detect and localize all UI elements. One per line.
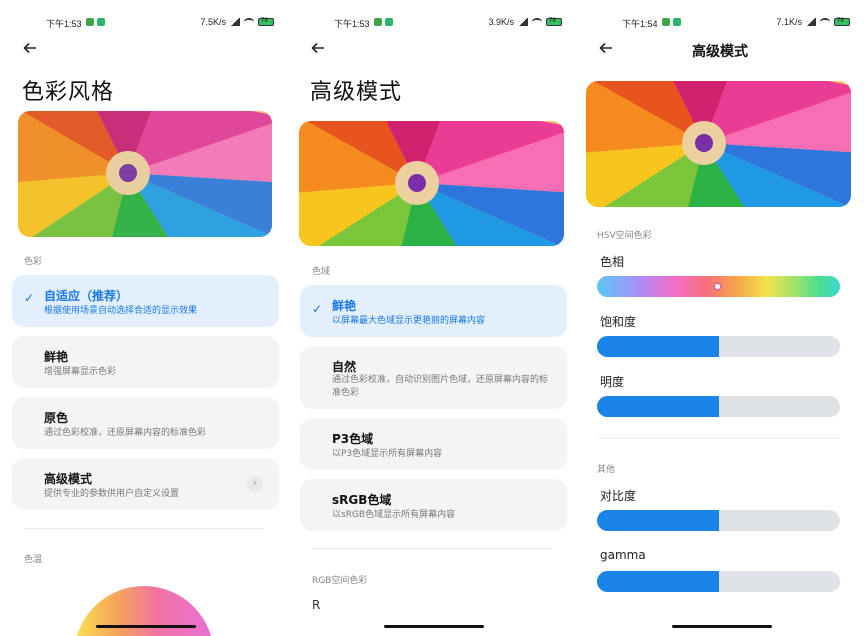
status-bar: 下午1:54 7.1K/s 79 [576,14,864,32]
saturation-slider[interactable] [597,336,840,357]
option-title: 高级模式 [44,472,93,486]
panel-advanced-mode-sliders: 下午1:54 7.1K/s 79 高级模式 HSV空间色彩 色相 饱和度 明度 … [576,0,864,636]
battery-icon: 79 [834,18,850,26]
hue-slider[interactable] [597,276,840,297]
brightness-label: 明度 [600,375,625,389]
option-desc: 增强屏幕显示色彩 [44,367,117,377]
home-indicator[interactable] [672,625,772,628]
contrast-label: 对比度 [600,489,637,503]
section-label-gamut: 色域 [312,267,331,277]
page-title: 高级模式 [692,44,748,60]
back-arrow-icon [23,42,36,54]
back-button[interactable] [22,40,42,60]
app-notification-icon [385,18,393,26]
option-p3[interactable]: P3色域 以P3色域显示所有屏幕内容 [300,418,567,470]
signal-icon [230,18,240,26]
option-original[interactable]: 原色 通过色彩校准，还原屏幕内容的标准色彩 [12,397,279,449]
wifi-icon [820,18,830,26]
saturation-slider-fill [597,336,719,357]
option-title: 鲜艳 [44,350,69,364]
option-desc: 以sRGB色域显示所有屏幕内容 [332,510,456,520]
section-label-other: 其他 [597,465,616,475]
status-bar: 下午1:53 3.9K/s 79 [288,14,576,32]
option-desc: 以屏幕最大色域显示更艳丽的屏幕内容 [332,316,486,326]
option-vivid[interactable]: ✓ 鲜艳 以屏幕最大色域显示更艳丽的屏幕内容 [300,285,567,337]
section-label-rgb: RGB空间色彩 [312,576,368,586]
section-label-temperature: 色温 [24,555,43,565]
hue-slider-thumb[interactable] [712,282,722,291]
network-speed: 3.9K/s [488,17,514,27]
option-title: 自然 [332,360,357,374]
page-title: 高级模式 [310,80,403,105]
status-time: 下午1:54 [622,19,658,29]
notification-icon [86,18,94,26]
notification-icon [662,18,670,26]
contrast-slider[interactable] [597,510,840,531]
option-desc: 根据使用场景自动选择合适的显示效果 [44,306,198,316]
option-vivid[interactable]: 鲜艳 增强屏幕显示色彩 [12,336,279,388]
option-title: 鲜艳 [332,299,357,313]
hue-label: 色相 [600,255,625,269]
option-title: sRGB色域 [332,493,392,507]
panel-advanced-mode: 下午1:53 3.9K/s 79 高级模式 色域 ✓ 鲜艳 以屏幕最大色域显示更… [288,0,576,636]
gamma-slider-fill [597,571,719,592]
divider [312,548,552,549]
brightness-slider[interactable] [597,396,840,417]
section-label-hsv: HSV空间色彩 [597,231,652,241]
status-time: 下午1:53 [334,19,370,29]
wifi-icon [244,18,254,26]
option-title: P3色域 [332,432,374,446]
home-indicator[interactable] [96,625,196,628]
option-adaptive[interactable]: ✓ 自适应（推荐） 根据使用场景自动选择合适的显示效果 [12,275,279,327]
chevron-right-icon: › [247,476,263,492]
option-desc: 以P3色域显示所有屏幕内容 [332,449,443,459]
status-time: 下午1:53 [46,19,82,29]
option-desc: 通过色彩校准，自动识别图片色域，还原屏幕内容的标准色彩 [332,375,549,398]
section-label-color: 色彩 [24,257,43,267]
back-arrow-icon [311,42,324,54]
option-srgb[interactable]: sRGB色域 以sRGB色域显示所有屏幕内容 [300,479,567,531]
contrast-slider-fill [597,510,719,531]
battery-icon: 79 [258,18,274,26]
option-natural[interactable]: 自然 通过色彩校准，自动识别图片色域，还原屏幕内容的标准色彩 [300,346,567,409]
gamma-slider[interactable] [597,571,840,592]
wifi-icon [532,18,542,26]
check-icon: ✓ [24,291,35,305]
pencils-preview-image [586,81,851,207]
battery-icon: 79 [546,18,562,26]
option-advanced[interactable]: 高级模式 提供专业的参数供用户自定义设置 › [12,458,279,510]
home-indicator[interactable] [384,625,484,628]
option-desc: 通过色彩校准，还原屏幕内容的标准色彩 [44,428,207,438]
panel-color-style: 下午1:53 7.5K/s 79 色彩风格 色彩 ✓ 自适应（推荐） 根据使用场… [0,0,288,636]
notification-icon [374,18,382,26]
option-desc: 提供专业的参数供用户自定义设置 [44,489,180,499]
network-speed: 7.5K/s [200,17,226,27]
divider [597,438,840,439]
color-temperature-wheel[interactable] [74,586,214,636]
status-bar: 下午1:53 7.5K/s 79 [0,14,288,32]
option-title: 原色 [44,411,69,425]
signal-icon [806,18,816,26]
signal-icon [518,18,528,26]
back-button[interactable] [310,40,330,60]
divider [24,528,264,529]
app-notification-icon [97,18,105,26]
app-notification-icon [673,18,681,26]
saturation-label: 饱和度 [600,315,637,329]
pencils-preview-image [18,111,272,237]
gamma-label: gamma [600,548,646,562]
page-title: 色彩风格 [22,80,115,105]
r-channel-label: R [312,598,321,612]
network-speed: 7.1K/s [776,17,802,27]
option-title: 自适应（推荐） [44,289,129,303]
check-icon: ✓ [312,302,323,316]
brightness-slider-fill [597,396,719,417]
pencils-preview-image [299,121,564,246]
